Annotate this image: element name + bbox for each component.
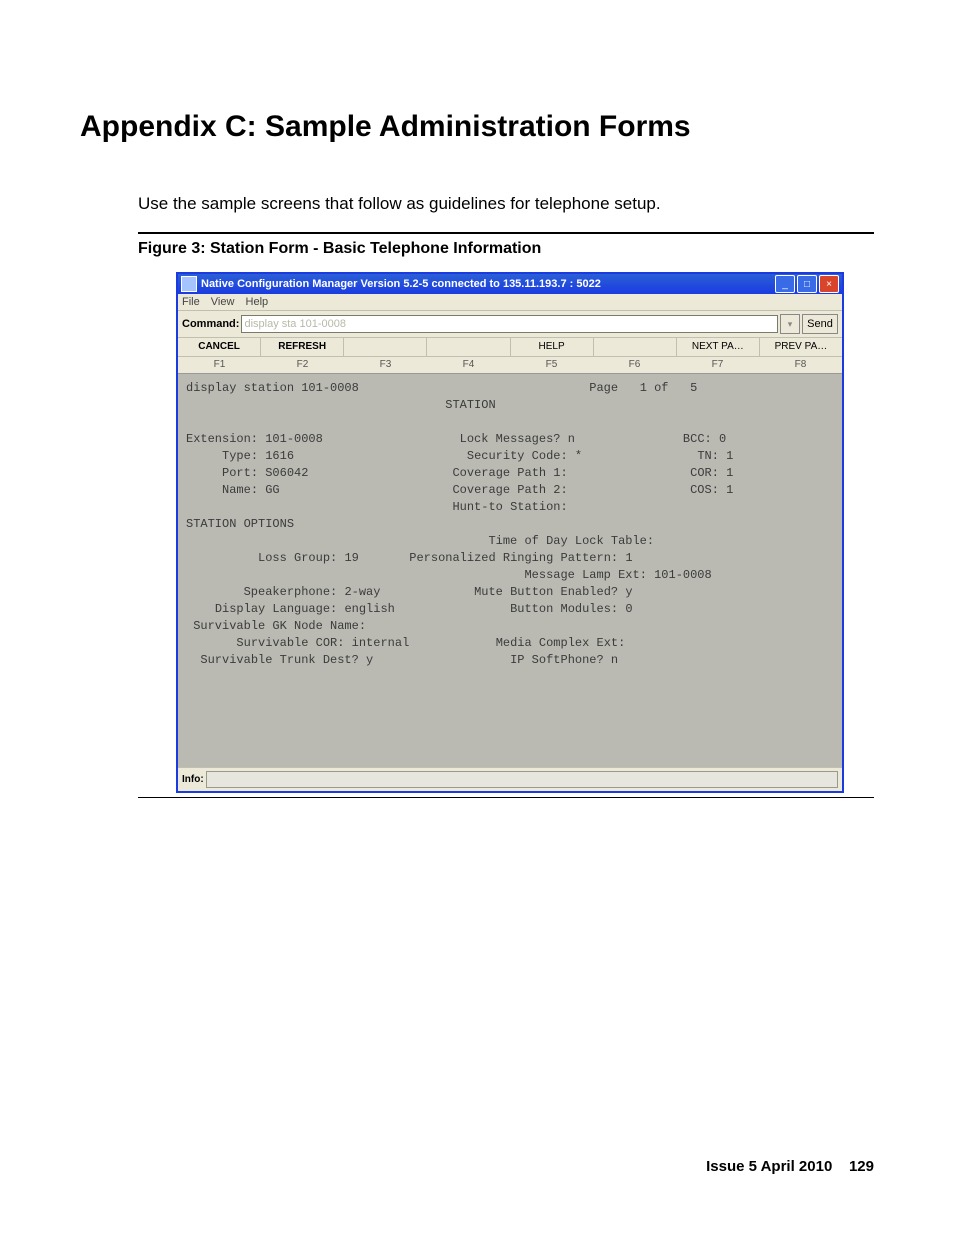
lock-val: n [568, 432, 575, 446]
app-window: Native Configuration Manager Version 5.2… [176, 272, 844, 793]
prev-page-button[interactable]: PREV PA… [760, 338, 842, 356]
name-val: GG [265, 483, 279, 497]
menu-view[interactable]: View [211, 296, 235, 308]
ring-val: 1 [625, 551, 632, 565]
cov2-label: Coverage Path 2: [452, 483, 567, 497]
fkey-row: F1 F2 F3 F4 F5 F6 F7 F8 [178, 357, 842, 374]
fkey-f6: F6 [593, 357, 676, 373]
btnmod-val: 0 [625, 602, 632, 616]
toolbar-blank-3 [594, 338, 677, 356]
rule-top [138, 232, 874, 234]
menu-file[interactable]: File [182, 296, 200, 308]
ring-label: Personalized Ringing Pattern: [409, 551, 618, 565]
window-title: Native Configuration Manager Version 5.2… [201, 278, 775, 290]
toolbar-blank-2 [427, 338, 510, 356]
command-row: Command: ▾ Send [178, 311, 842, 338]
msglamp-label: Message Lamp Ext: [524, 568, 646, 582]
footer-page: 129 [849, 1158, 874, 1175]
bcc-val: 0 [719, 432, 726, 446]
help-button[interactable]: HELP [511, 338, 594, 356]
cov1-label: Coverage Path 1: [452, 466, 567, 480]
loss-val: 19 [344, 551, 358, 565]
titlebar[interactable]: Native Configuration Manager Version 5.2… [178, 274, 842, 294]
fkey-f8: F8 [759, 357, 842, 373]
info-label: Info: [182, 774, 204, 785]
fkey-f4: F4 [427, 357, 510, 373]
type-val: 1616 [265, 449, 294, 463]
cos-label: COS: [690, 483, 719, 497]
spk-val: 2-way [344, 585, 380, 599]
page-label: Page [589, 381, 618, 395]
cor-label: COR: [690, 466, 719, 480]
ipsoft-val: n [611, 653, 618, 667]
trunk-label: Survivable Trunk Dest? [200, 653, 358, 667]
tod-label: Time of Day Lock Table: [488, 534, 654, 548]
terminal-area: display station 101-0008 Page 1 of 5 STA… [178, 374, 842, 767]
gk-label: Survivable GK Node Name: [193, 619, 366, 633]
name-label: Name: [222, 483, 258, 497]
ext-val: 101-0008 [265, 432, 323, 446]
page-of: of [654, 381, 668, 395]
refresh-button[interactable]: REFRESH [261, 338, 344, 356]
page-total: 5 [690, 381, 697, 395]
page-heading: Appendix C: Sample Administration Forms [80, 110, 874, 144]
page-footer: Issue 5 April 2010 129 [706, 1158, 874, 1175]
fkey-f1: F1 [178, 357, 261, 373]
lock-label: Lock Messages? [460, 432, 561, 446]
intro-text: Use the sample screens that follow as gu… [138, 194, 874, 214]
menubar: File View Help [178, 294, 842, 311]
fkey-f2: F2 [261, 357, 344, 373]
spk-label: Speakerphone: [244, 585, 338, 599]
send-button[interactable]: Send [802, 314, 838, 334]
close-button[interactable]: × [819, 275, 839, 293]
bcc-label: BCC: [683, 432, 712, 446]
next-page-button[interactable]: NEXT PA… [677, 338, 760, 356]
cancel-button[interactable]: CANCEL [178, 338, 261, 356]
command-input[interactable] [241, 315, 778, 333]
rule-bottom [138, 797, 874, 798]
page-cur: 1 [640, 381, 647, 395]
footer-issue: Issue 5 April 2010 [706, 1158, 832, 1175]
port-label: Port: [222, 466, 258, 480]
port-val: S06042 [265, 466, 308, 480]
scor-val: internal [352, 636, 410, 650]
figure-caption: Figure 3: Station Form - Basic Telephone… [138, 240, 874, 258]
displang-label: Display Language: [215, 602, 337, 616]
mute-label: Mute Button Enabled? [474, 585, 618, 599]
btnmod-label: Button Modules: [510, 602, 618, 616]
sec-val: * [575, 449, 582, 463]
term-title: STATION [445, 398, 495, 412]
toolbar-blank-1 [344, 338, 427, 356]
section-label: STATION OPTIONS [186, 517, 294, 531]
info-field [206, 771, 838, 788]
hunt-label: Hunt-to Station: [452, 500, 567, 514]
command-label: Command: [182, 318, 239, 330]
tn-label: TN: [697, 449, 719, 463]
tn-val: 1 [726, 449, 733, 463]
msglamp-val: 101-0008 [654, 568, 712, 582]
cos-val: 1 [726, 483, 733, 497]
term-cmd: display station 101-0008 [186, 381, 359, 395]
media-label: Media Complex Ext: [496, 636, 626, 650]
trunk-val: y [366, 653, 373, 667]
app-icon [181, 276, 197, 292]
menu-help[interactable]: Help [246, 296, 269, 308]
command-dropdown-icon[interactable]: ▾ [780, 314, 800, 334]
scor-label: Survivable COR: [236, 636, 344, 650]
cor-val: 1 [726, 466, 733, 480]
type-label: Type: [222, 449, 258, 463]
ipsoft-label: IP SoftPhone? [510, 653, 604, 667]
fkey-f5: F5 [510, 357, 593, 373]
maximize-button[interactable]: □ [797, 275, 817, 293]
info-row: Info: [178, 767, 842, 791]
loss-label: Loss Group: [258, 551, 337, 565]
fkey-f3: F3 [344, 357, 427, 373]
toolbar-row: CANCEL REFRESH HELP NEXT PA… PREV PA… [178, 338, 842, 357]
minimize-button[interactable]: _ [775, 275, 795, 293]
sec-label: Security Code: [467, 449, 568, 463]
displang-val: english [344, 602, 394, 616]
ext-label: Extension: [186, 432, 258, 446]
mute-val: y [625, 585, 632, 599]
fkey-f7: F7 [676, 357, 759, 373]
